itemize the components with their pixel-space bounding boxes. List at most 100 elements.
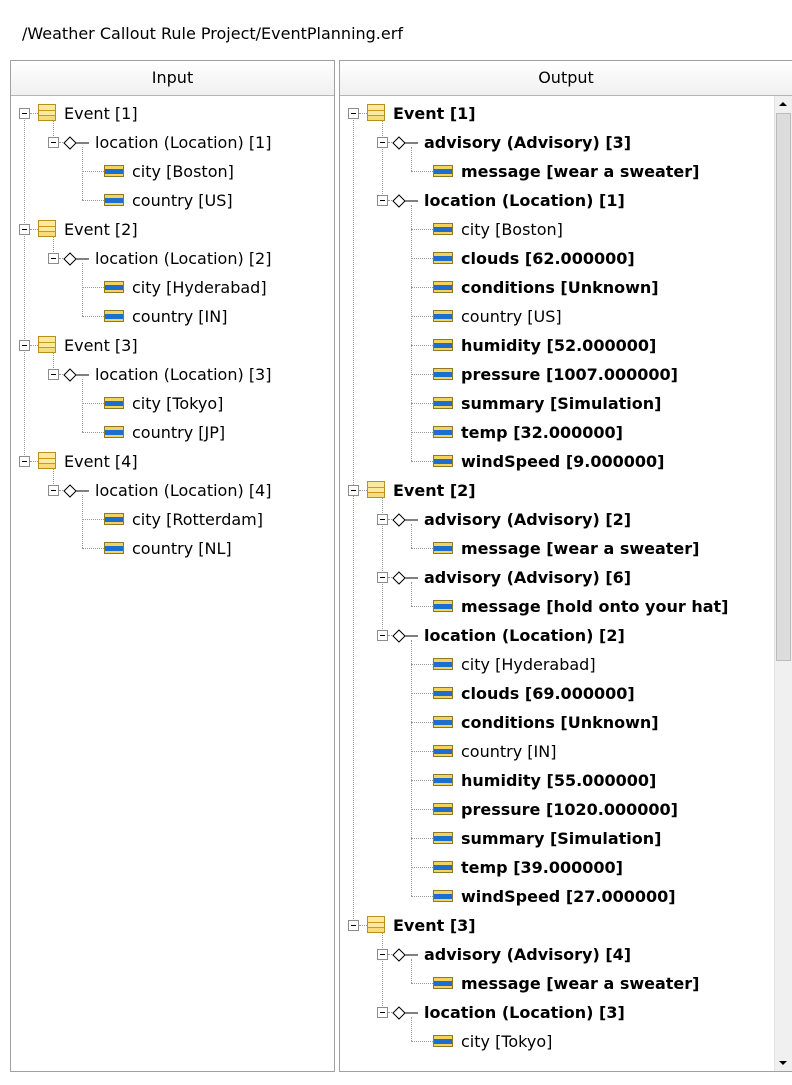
- output-tree-row-assoc[interactable]: location (Location) [3]: [340, 999, 775, 1027]
- output-scrollbar[interactable]: [774, 96, 792, 1071]
- output-tree-row-event[interactable]: Event [2]: [340, 477, 775, 505]
- collapse-toggle-icon[interactable]: [19, 340, 30, 351]
- tree-connector-line: [82, 548, 104, 549]
- output-node-label: summary [Simulation]: [461, 394, 662, 413]
- output-tree-row-prop[interactable]: windSpeed [9.000000]: [340, 448, 775, 476]
- output-tree-row-prop[interactable]: clouds [62.000000]: [340, 245, 775, 273]
- association-icon: [392, 135, 420, 150]
- collapse-toggle-icon[interactable]: [377, 1007, 388, 1018]
- association-icon: [63, 367, 91, 382]
- output-tree-row-assoc[interactable]: advisory (Advisory) [2]: [340, 506, 775, 534]
- output-tree-row-prop[interactable]: city [Hyderabad]: [340, 651, 775, 679]
- collapse-toggle-icon[interactable]: [348, 920, 359, 931]
- output-tree-row-prop[interactable]: pressure [1020.000000]: [340, 796, 775, 824]
- input-header[interactable]: Input: [11, 61, 334, 96]
- collapse-toggle-icon[interactable]: [377, 630, 388, 641]
- output-tree-row-prop[interactable]: city [Tokyo]: [340, 1028, 775, 1056]
- tree-connector-line: [82, 432, 104, 433]
- collapse-toggle-icon[interactable]: [48, 485, 59, 496]
- input-tree-row-prop[interactable]: city [Rotterdam]: [11, 506, 334, 534]
- input-tree-row-prop[interactable]: country [IN]: [11, 303, 334, 331]
- input-tree-row-assoc[interactable]: location (Location) [4]: [11, 477, 334, 505]
- output-tree-row-assoc[interactable]: location (Location) [1]: [340, 187, 775, 215]
- collapse-toggle-icon[interactable]: [19, 108, 30, 119]
- tree-connector-line: [411, 693, 433, 694]
- tree-connector-line: [82, 316, 104, 317]
- property-icon: [433, 368, 453, 380]
- output-tree-row-prop[interactable]: humidity [55.000000]: [340, 767, 775, 795]
- collapse-toggle-icon[interactable]: [377, 137, 388, 148]
- output-tree-row-prop[interactable]: country [US]: [340, 303, 775, 331]
- input-tree-row-event[interactable]: Event [3]: [11, 332, 334, 360]
- collapse-toggle-icon[interactable]: [19, 224, 30, 235]
- input-tree-row-event[interactable]: Event [1]: [11, 100, 334, 128]
- input-tree-row-event[interactable]: Event [2]: [11, 216, 334, 244]
- input-tree-row-assoc[interactable]: location (Location) [3]: [11, 361, 334, 389]
- output-tree-row-prop[interactable]: humidity [52.000000]: [340, 332, 775, 360]
- collapse-toggle-icon[interactable]: [48, 253, 59, 264]
- output-node-label: advisory (Advisory) [3]: [424, 133, 632, 152]
- output-tree-row-prop[interactable]: message [wear a sweater]: [340, 535, 775, 563]
- association-icon: [63, 251, 91, 266]
- input-tree-row-prop[interactable]: city [Hyderabad]: [11, 274, 334, 302]
- output-node-label: country [US]: [461, 307, 562, 326]
- output-node-label: clouds [69.000000]: [461, 684, 635, 703]
- output-tree-row-prop[interactable]: pressure [1007.000000]: [340, 361, 775, 389]
- collapse-toggle-icon[interactable]: [48, 369, 59, 380]
- output-tree-row-assoc[interactable]: location (Location) [2]: [340, 622, 775, 650]
- output-node-label: message [wear a sweater]: [461, 162, 700, 181]
- output-tree-row-prop[interactable]: temp [32.000000]: [340, 419, 775, 447]
- output-tree-row-assoc[interactable]: advisory (Advisory) [3]: [340, 129, 775, 157]
- collapse-toggle-icon[interactable]: [377, 514, 388, 525]
- output-tree-row-prop[interactable]: city [Boston]: [340, 216, 775, 244]
- property-icon: [104, 397, 124, 409]
- output-tree-row-prop[interactable]: summary [Simulation]: [340, 825, 775, 853]
- input-tree-row-assoc[interactable]: location (Location) [2]: [11, 245, 334, 273]
- collapse-toggle-icon[interactable]: [377, 572, 388, 583]
- input-tree-row-assoc[interactable]: location (Location) [1]: [11, 129, 334, 157]
- output-node-label: temp [39.000000]: [461, 858, 623, 877]
- output-tree-row-assoc[interactable]: advisory (Advisory) [4]: [340, 941, 775, 969]
- output-node-label: temp [32.000000]: [461, 423, 623, 442]
- collapse-toggle-icon[interactable]: [377, 195, 388, 206]
- property-icon: [433, 426, 453, 438]
- output-tree-row-assoc[interactable]: advisory (Advisory) [6]: [340, 564, 775, 592]
- input-tree-row-prop[interactable]: country [NL]: [11, 535, 334, 563]
- scroll-up-arrow-icon[interactable]: [775, 96, 792, 113]
- collapse-toggle-icon[interactable]: [377, 949, 388, 960]
- output-tree-row-prop[interactable]: clouds [69.000000]: [340, 680, 775, 708]
- collapse-toggle-icon[interactable]: [348, 485, 359, 496]
- association-icon: [392, 512, 420, 527]
- association-icon: [63, 135, 91, 150]
- scrollbar-thumb[interactable]: [776, 113, 791, 661]
- input-tree-row-prop[interactable]: city [Boston]: [11, 158, 334, 186]
- output-tree-row-event[interactable]: Event [3]: [340, 912, 775, 940]
- output-tree-row-prop[interactable]: conditions [Unknown]: [340, 709, 775, 737]
- tree-connector-line: [411, 403, 433, 404]
- output-tree-row-prop[interactable]: temp [39.000000]: [340, 854, 775, 882]
- property-icon: [104, 194, 124, 206]
- input-node-label: location (Location) [2]: [95, 249, 272, 268]
- output-tree-row-prop[interactable]: message [wear a sweater]: [340, 158, 775, 186]
- output-node-label: location (Location) [2]: [424, 626, 625, 645]
- output-tree-row-event[interactable]: Event [1]: [340, 100, 775, 128]
- output-tree-row-prop[interactable]: conditions [Unknown]: [340, 274, 775, 302]
- output-header[interactable]: Output: [340, 61, 792, 96]
- tree-connector-line: [411, 461, 433, 462]
- output-tree-row-prop[interactable]: summary [Simulation]: [340, 390, 775, 418]
- input-tree-row-prop[interactable]: country [JP]: [11, 419, 334, 447]
- collapse-toggle-icon[interactable]: [19, 456, 30, 467]
- output-node-label: conditions [Unknown]: [461, 713, 659, 732]
- output-tree-row-prop[interactable]: windSpeed [27.000000]: [340, 883, 775, 911]
- output-node-label: location (Location) [3]: [424, 1003, 625, 1022]
- output-tree-row-prop[interactable]: message [wear a sweater]: [340, 970, 775, 998]
- input-tree-row-prop[interactable]: country [US]: [11, 187, 334, 215]
- collapse-toggle-icon[interactable]: [48, 137, 59, 148]
- output-tree-row-prop[interactable]: message [hold onto your hat]: [340, 593, 775, 621]
- event-icon: [38, 220, 56, 237]
- scroll-down-arrow-icon[interactable]: [775, 1054, 792, 1071]
- input-tree-row-prop[interactable]: city [Tokyo]: [11, 390, 334, 418]
- collapse-toggle-icon[interactable]: [348, 108, 359, 119]
- input-tree-row-event[interactable]: Event [4]: [11, 448, 334, 476]
- output-tree-row-prop[interactable]: country [IN]: [340, 738, 775, 766]
